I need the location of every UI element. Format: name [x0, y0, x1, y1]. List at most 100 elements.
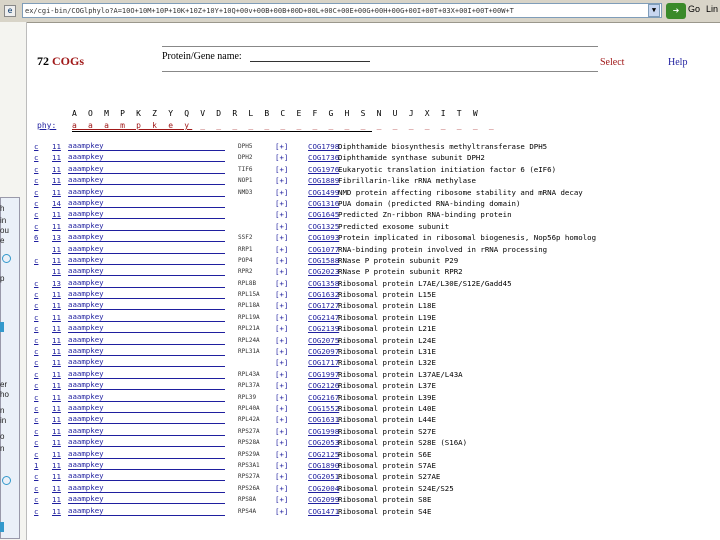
- row-cog-link[interactable]: COG1631: [308, 414, 339, 425]
- row-cog-link[interactable]: COG1890: [308, 460, 339, 471]
- row-count-link[interactable]: 11: [52, 221, 61, 232]
- row-mark-link[interactable]: c: [34, 426, 38, 437]
- row-cog-link[interactable]: COG1588: [308, 255, 339, 266]
- row-mark-link[interactable]: c: [34, 483, 38, 494]
- row-count-link[interactable]: 11: [52, 141, 61, 152]
- row-mark-link[interactable]: c: [34, 403, 38, 414]
- row-expand-button[interactable]: [+]: [275, 506, 288, 517]
- row-count-link[interactable]: 11: [52, 471, 61, 482]
- row-mark-link[interactable]: 1: [34, 460, 38, 471]
- phy-link[interactable]: phy:: [37, 121, 56, 130]
- row-count-link[interactable]: 11: [52, 483, 61, 494]
- row-cog-link[interactable]: COG1727: [308, 300, 339, 311]
- row-cog-link[interactable]: COG1093: [308, 232, 339, 243]
- row-pattern-link[interactable]: aaampkey: [68, 289, 225, 300]
- row-expand-button[interactable]: [+]: [275, 357, 288, 368]
- row-count-link[interactable]: 11: [52, 335, 61, 346]
- radio-icon[interactable]: [2, 254, 11, 263]
- row-count-link[interactable]: 11: [52, 494, 61, 505]
- row-pattern-link[interactable]: aaampkey: [68, 380, 225, 391]
- select-link[interactable]: Select: [600, 57, 624, 68]
- row-cog-link[interactable]: COG2051: [308, 471, 339, 482]
- row-cog-link[interactable]: COG1632: [308, 289, 339, 300]
- row-expand-button[interactable]: [+]: [275, 460, 288, 471]
- row-mark-link[interactable]: c: [34, 369, 38, 380]
- row-pattern-link[interactable]: aaampkey: [68, 187, 225, 197]
- row-expand-button[interactable]: [+]: [275, 221, 288, 232]
- row-count-link[interactable]: 11: [52, 152, 61, 163]
- row-count-link[interactable]: 11: [52, 392, 61, 403]
- row-pattern-link[interactable]: aaampkey: [68, 460, 225, 470]
- row-expand-button[interactable]: [+]: [275, 414, 288, 425]
- row-pattern-link[interactable]: aaampkey: [68, 403, 225, 413]
- row-pattern-link[interactable]: aaampkey: [68, 312, 225, 322]
- row-count-link[interactable]: 11: [52, 346, 61, 357]
- row-count-link[interactable]: 11: [52, 380, 61, 391]
- row-expand-button[interactable]: [+]: [275, 198, 288, 209]
- row-mark-link[interactable]: c: [34, 437, 38, 448]
- row-count-link[interactable]: 11: [52, 506, 61, 517]
- row-cog-link[interactable]: COG1645: [308, 209, 339, 220]
- row-expand-button[interactable]: [+]: [275, 437, 288, 448]
- row-expand-button[interactable]: [+]: [275, 152, 288, 163]
- row-pattern-link[interactable]: aaampkey: [68, 244, 225, 254]
- row-mark-link[interactable]: c: [34, 278, 38, 289]
- row-cog-link[interactable]: COG2053: [308, 437, 339, 448]
- row-expand-button[interactable]: [+]: [275, 187, 288, 198]
- row-pattern-link[interactable]: aaampkey: [68, 141, 225, 151]
- row-cog-link[interactable]: COG2167: [308, 392, 339, 403]
- row-expand-button[interactable]: [+]: [275, 141, 288, 152]
- row-pattern-link[interactable]: aaampkey: [68, 175, 225, 186]
- row-cog-link[interactable]: COG2075: [308, 335, 339, 346]
- row-count-link[interactable]: 11: [52, 255, 61, 266]
- row-pattern-link[interactable]: aaampkey: [68, 346, 225, 357]
- row-mark-link[interactable]: c: [34, 198, 38, 209]
- row-pattern-link[interactable]: aaampkey: [68, 357, 225, 368]
- row-mark-link[interactable]: c: [34, 164, 38, 175]
- row-mark-link[interactable]: c: [34, 357, 38, 368]
- row-pattern-link[interactable]: aaampkey: [68, 323, 225, 334]
- row-cog-link[interactable]: COG1316: [308, 198, 339, 209]
- row-pattern-link[interactable]: aaampkey: [68, 278, 225, 288]
- row-mark-link[interactable]: c: [34, 300, 38, 311]
- row-expand-button[interactable]: [+]: [275, 346, 288, 357]
- row-expand-button[interactable]: [+]: [275, 380, 288, 391]
- row-count-link[interactable]: 11: [52, 437, 61, 448]
- row-count-link[interactable]: 11: [52, 266, 61, 277]
- row-pattern-link[interactable]: aaampkey: [68, 221, 225, 231]
- chevron-down-icon[interactable]: ▼: [648, 4, 660, 17]
- row-cog-link[interactable]: COG2099: [308, 494, 339, 505]
- row-cog-link[interactable]: COG1717: [308, 357, 339, 368]
- row-mark-link[interactable]: c: [34, 221, 38, 232]
- row-count-link[interactable]: 11: [52, 244, 61, 255]
- protein-name-input[interactable]: [250, 50, 370, 62]
- phylo-pattern-active[interactable]: a a a m p k e y: [72, 121, 192, 130]
- row-cog-link[interactable]: COG1997: [308, 369, 339, 380]
- row-count-link[interactable]: 11: [52, 414, 61, 425]
- row-mark-link[interactable]: c: [34, 289, 38, 300]
- row-mark-link[interactable]: c: [34, 494, 38, 505]
- radio-icon[interactable]: [2, 476, 11, 485]
- row-count-link[interactable]: 11: [52, 403, 61, 414]
- row-mark-link[interactable]: 6: [34, 232, 38, 243]
- row-count-link[interactable]: 11: [52, 209, 61, 220]
- row-pattern-link[interactable]: aaampkey: [68, 209, 225, 220]
- row-mark-link[interactable]: c: [34, 209, 38, 220]
- row-pattern-link[interactable]: aaampkey: [68, 152, 225, 163]
- row-expand-button[interactable]: [+]: [275, 312, 288, 323]
- row-count-link[interactable]: 11: [52, 312, 61, 323]
- row-expand-button[interactable]: [+]: [275, 392, 288, 403]
- row-expand-button[interactable]: [+]: [275, 266, 288, 277]
- row-expand-button[interactable]: [+]: [275, 232, 288, 243]
- address-input[interactable]: ex/cgi-bin/COGlphylo?A=10O+10M+10P+10K+1…: [22, 3, 662, 18]
- row-expand-button[interactable]: [+]: [275, 289, 288, 300]
- row-mark-link[interactable]: c: [34, 506, 38, 517]
- row-cog-link[interactable]: COG1552: [308, 403, 339, 414]
- row-mark-link[interactable]: c: [34, 414, 38, 425]
- row-pattern-link[interactable]: aaampkey: [68, 483, 225, 493]
- row-cog-link[interactable]: COG1889: [308, 175, 339, 186]
- phylo-pattern[interactable]: a a a m p k e y _ _ _ _ _ _ _ _ _ _ _ _ …: [72, 121, 497, 130]
- row-cog-link[interactable]: COG1077: [308, 244, 339, 255]
- row-expand-button[interactable]: [+]: [275, 244, 288, 255]
- row-mark-link[interactable]: c: [34, 255, 38, 266]
